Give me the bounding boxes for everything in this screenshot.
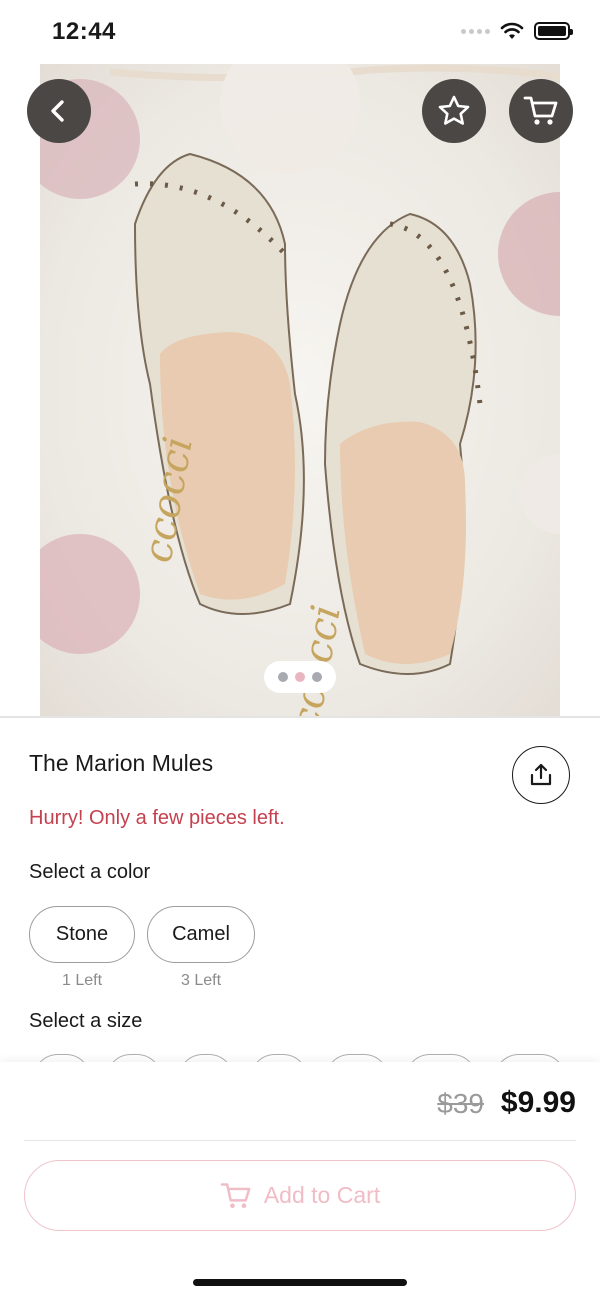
add-to-cart-button[interactable]: Add to Cart	[24, 1160, 576, 1231]
cart-button[interactable]	[509, 79, 573, 143]
battery-icon	[534, 22, 573, 40]
divider	[24, 1140, 576, 1141]
right-shoe: ccocci	[283, 212, 483, 716]
product-image[interactable]: ccocci ccocci	[40, 64, 560, 716]
back-button[interactable]	[27, 79, 91, 143]
sale-price: $9.99	[500, 1086, 576, 1119]
pager-dot[interactable]	[278, 672, 288, 682]
stock-count-stone: 1 Left	[61, 972, 103, 989]
chevron-left-icon	[51, 100, 64, 122]
image-pager[interactable]	[264, 661, 336, 693]
stock-count-camel: 3 Left	[180, 972, 222, 989]
wifi-icon	[500, 22, 524, 39]
status-icons	[461, 22, 573, 40]
cart-icon	[523, 96, 558, 125]
home-indicator[interactable]	[193, 1279, 407, 1286]
pager-dot-active[interactable]	[295, 672, 305, 682]
product-title: The Marion Mules	[29, 750, 214, 776]
divider	[0, 716, 600, 718]
color-option-camel[interactable]: Camel	[147, 906, 255, 963]
original-price: $39	[437, 1088, 484, 1119]
left-shoe: ccocci	[133, 152, 305, 615]
share-button[interactable]	[512, 746, 570, 804]
status-time: 12:44	[52, 18, 116, 45]
size-heading: Select a size	[29, 1010, 143, 1032]
cart-icon	[220, 1182, 251, 1208]
color-option-stone[interactable]: Stone	[29, 906, 135, 963]
star-icon	[438, 95, 470, 125]
color-heading: Select a color	[29, 861, 151, 883]
add-to-cart-label: Add to Cart	[263, 1182, 381, 1208]
pager-dot[interactable]	[312, 672, 322, 682]
svg-text:ccocci: ccocci	[283, 602, 350, 716]
share-icon	[530, 763, 552, 786]
favorite-button[interactable]	[422, 79, 486, 143]
status-bar: 12:44	[0, 0, 600, 64]
signal-dots-icon	[461, 28, 490, 34]
stock-warning: Hurry! Only a few pieces left.	[29, 807, 285, 829]
